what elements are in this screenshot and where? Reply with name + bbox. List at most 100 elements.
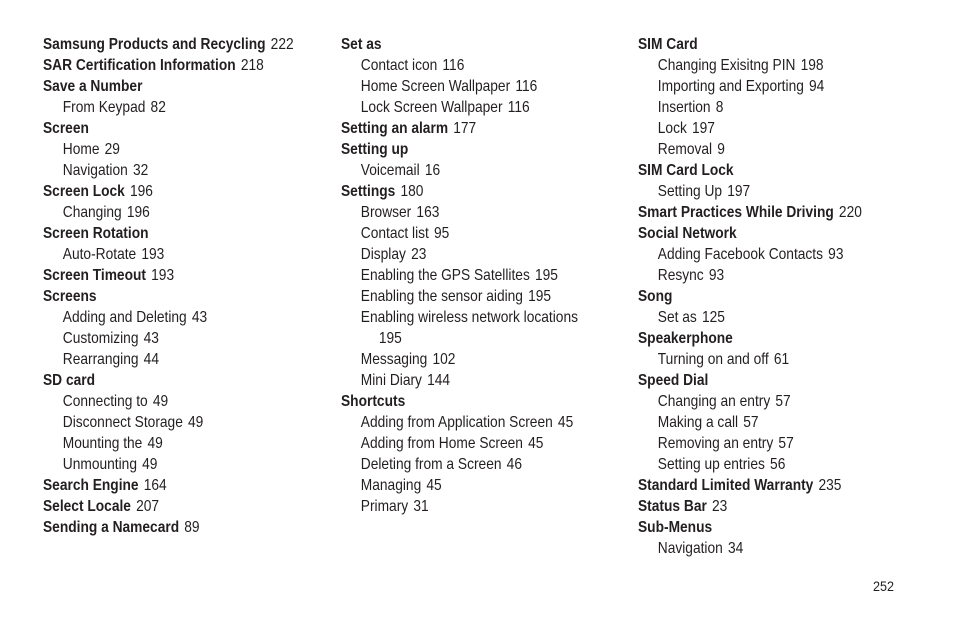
index-term: Rearranging: [62, 351, 139, 368]
index-subentry: Enabling the GPS Satellites 195: [341, 265, 578, 286]
index-subentry: Set as 125: [638, 307, 862, 328]
index-term: Sending a Namecard: [43, 519, 180, 536]
index-term: Set as: [341, 36, 382, 53]
index-term: Adding from Home Screen: [360, 435, 523, 452]
index-entry: Social Network: [638, 223, 862, 244]
index-entry: Sending a Namecard 89: [43, 517, 294, 538]
index-term: Adding Facebook Contacts: [657, 246, 824, 263]
index-subentry: Changing an entry 57: [638, 391, 862, 412]
index-entry: Screens: [43, 286, 294, 307]
index-term: Settings: [341, 183, 396, 200]
index-term: From Keypad: [62, 99, 146, 116]
index-page-ref: 116: [515, 78, 538, 95]
index-entry: Speed Dial: [638, 370, 862, 391]
index-subentry: Home 29: [43, 139, 294, 160]
index-subentry: Browser 163: [341, 202, 578, 223]
index-entry: Screen: [43, 118, 294, 139]
index-column-1: Samsung Products and Recycling 222 SAR Cer…: [43, 34, 334, 538]
index-subentry: Disconnect Storage 49: [43, 412, 294, 433]
index-page-ref: 82: [150, 99, 166, 116]
index-term: Changing: [62, 204, 122, 221]
index-entry: Song: [638, 286, 862, 307]
index-subentry: Adding and Deleting 43: [43, 307, 294, 328]
index-page-ref: 195: [378, 330, 402, 347]
index-subentry: Lock 197: [638, 118, 862, 139]
index-page-ref: 56: [770, 456, 786, 473]
index-entry: Select Locale 207: [43, 496, 294, 517]
index-subentry: Deleting from a Screen 46: [341, 454, 578, 475]
index-subentry: Resync 93: [638, 265, 862, 286]
index-term: Screen Timeout: [43, 267, 146, 284]
index-term: Importing and Exporting: [657, 78, 804, 95]
index-term: SAR Certification Information: [43, 57, 236, 74]
index-subentry: Turning on and off 61: [638, 349, 862, 370]
index-page-ref: 9: [717, 141, 725, 158]
index-subentry: From Keypad 82: [43, 97, 294, 118]
index-term: Voicemail: [360, 162, 420, 179]
index-entry: SAR Certification Information 218: [43, 55, 294, 76]
index-term: Disconnect Storage: [62, 414, 183, 431]
index-term: Song: [638, 288, 673, 305]
index-term: SIM Card: [638, 36, 698, 53]
index-term: Insertion: [657, 99, 711, 116]
index-term: Mini Diary: [360, 372, 422, 389]
index-term: Navigation: [657, 540, 723, 557]
index-entry: SD card: [43, 370, 294, 391]
index-subentry: Rearranging 44: [43, 349, 294, 370]
index-page-ref: 49: [188, 414, 204, 431]
index-page-ref: 45: [557, 414, 574, 431]
index-column-2: Set as Contact icon 116 Home Screen Wallpap…: [341, 34, 617, 517]
index-subentry: Adding from Home Screen 45: [341, 433, 578, 454]
index-page-ref: 195: [534, 267, 558, 284]
index-page-ref: 93: [828, 246, 844, 263]
index-page-ref: 49: [152, 393, 169, 410]
index-page-ref: 195: [528, 288, 552, 305]
index-entry: Save a Number: [43, 76, 294, 97]
index-page-ref: 116: [442, 57, 465, 74]
index-entry: SIM Card Lock: [638, 160, 862, 181]
index-page-ref: 95: [434, 225, 450, 242]
index-page-ref: 218: [240, 57, 264, 74]
index-subentry: Primary 31: [341, 496, 578, 517]
index-subentry: Adding from Application Screen 45: [341, 412, 578, 433]
index-subentry: Mini Diary 144: [341, 370, 578, 391]
index-subentry: Managing 45: [341, 475, 578, 496]
index-page-ref: 29: [104, 141, 120, 158]
index-entry: Speakerphone: [638, 328, 862, 349]
index-term: Search Engine: [43, 477, 139, 494]
index-page-ref: 34: [727, 540, 744, 557]
index-page-ref: 94: [809, 78, 825, 95]
index-page-ref: 220: [838, 204, 862, 221]
index-subentry: Auto-Rotate 193: [43, 244, 294, 265]
index-term: Screens: [43, 288, 97, 305]
index-page-ref: 180: [400, 183, 424, 200]
index-page-ref: 207: [136, 498, 160, 515]
index-page-ref: 197: [692, 120, 715, 137]
index-term: Removal: [657, 141, 713, 158]
index-term: Managing: [360, 477, 422, 494]
index-page-ref: 193: [151, 267, 175, 284]
index-subentry: Changing 196: [43, 202, 294, 223]
index-page-ref: 163: [416, 204, 440, 221]
index-term: Social Network: [638, 225, 737, 242]
index-term: Home: [62, 141, 100, 158]
index-term: Smart Practices While Driving: [638, 204, 834, 221]
index-page-ref: 125: [701, 309, 725, 326]
index-term: Setting up: [341, 141, 409, 158]
index-subentry: Enabling the sensor aiding 195: [341, 286, 578, 307]
index-term: Select Locale: [43, 498, 131, 515]
index-term: Customizing: [62, 330, 139, 347]
index-page-ref: 43: [191, 309, 208, 326]
index-page-ref: 61: [773, 351, 790, 368]
index-subentry: Customizing 43: [43, 328, 294, 349]
index-page-ref: 49: [142, 456, 158, 473]
index-subentry: Home Screen Wallpaper 116: [341, 76, 578, 97]
index-entry: SIM Card: [638, 34, 862, 55]
index-term: Setting an alarm: [341, 120, 449, 137]
index-term: Home Screen Wallpaper: [360, 78, 511, 95]
index-page-ref: 45: [426, 477, 442, 494]
index-term: Display: [360, 246, 406, 263]
index-term: Resync: [657, 267, 704, 284]
index-page-ref: 196: [126, 204, 150, 221]
index-page-ref: 116: [507, 99, 530, 116]
